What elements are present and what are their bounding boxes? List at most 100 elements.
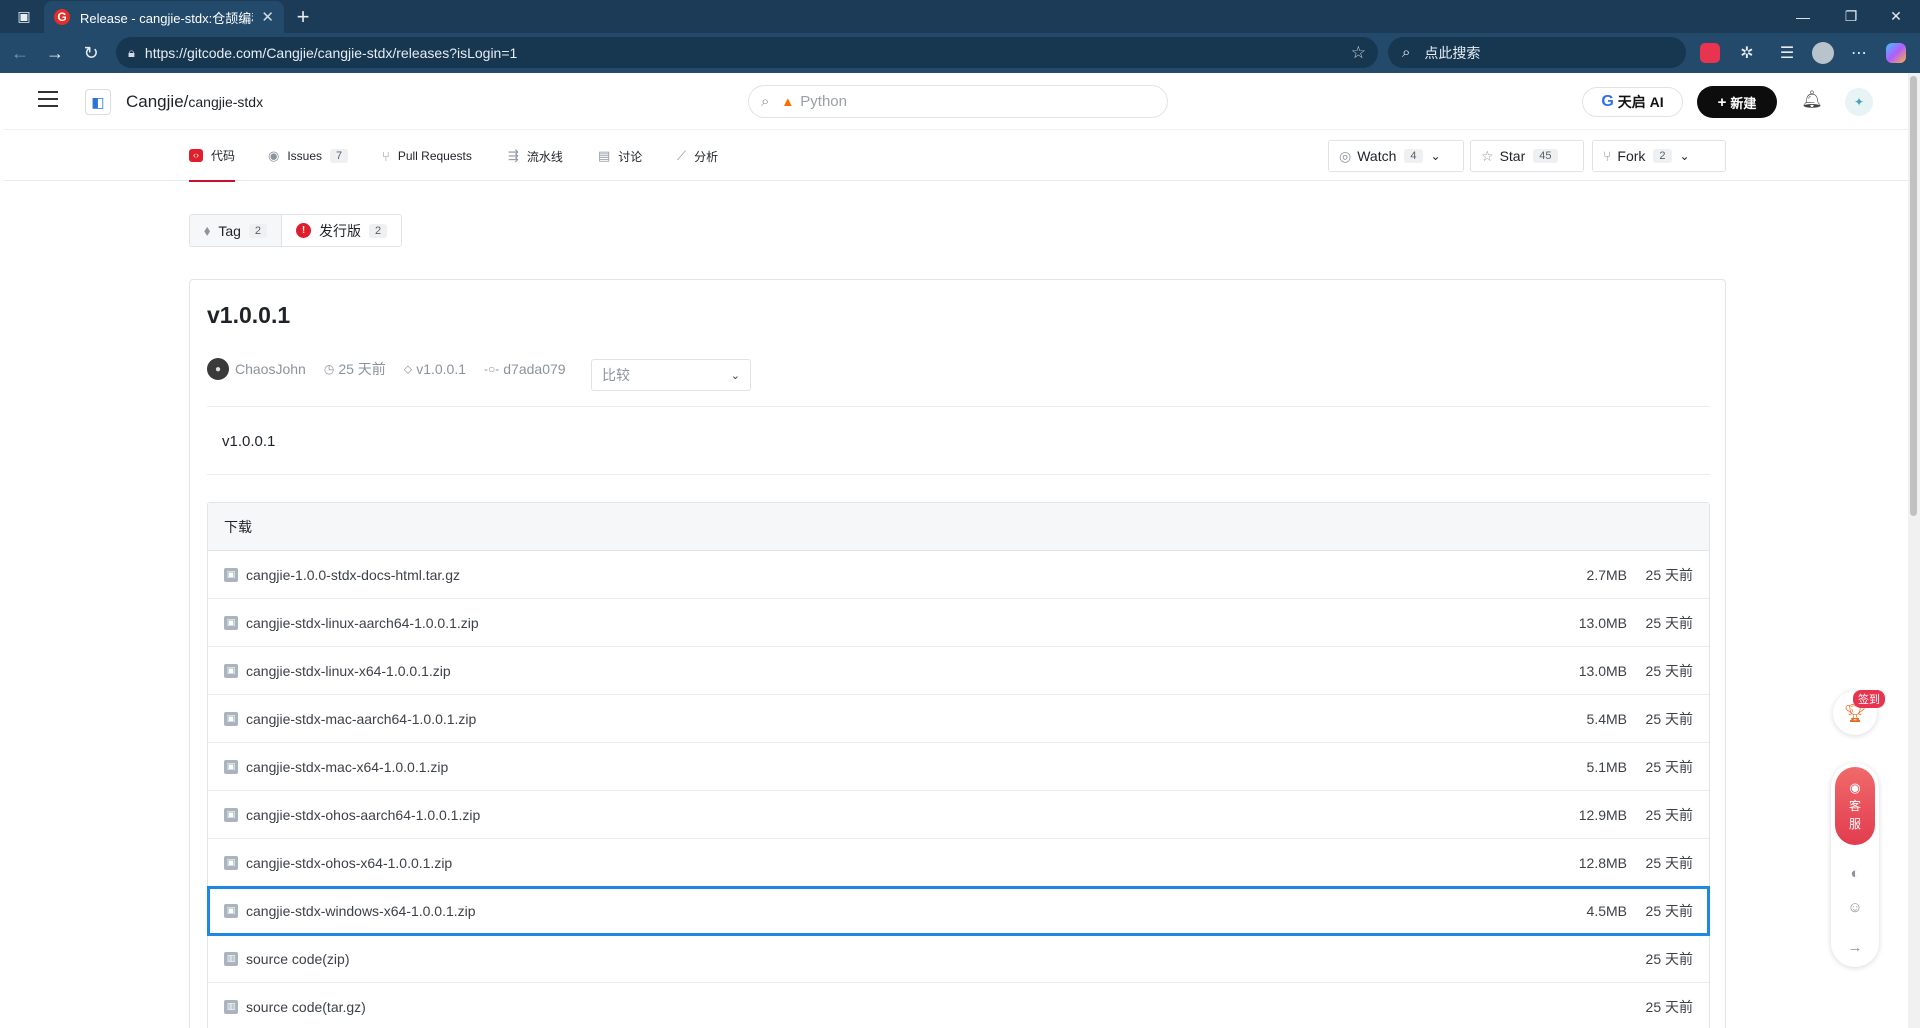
download-file-name[interactable]: cangjie-stdx-mac-aarch64-1.0.0.1.zip [246, 711, 1709, 727]
download-row[interactable]: ▣ cangjie-stdx-mac-x64-1.0.0.1.zip 5.1MB… [208, 743, 1709, 791]
watch-button[interactable]: ◎ Watch 4 ⌄ [1328, 140, 1464, 172]
download-row[interactable]: ▥ source code(zip) 25 天前 [208, 935, 1709, 983]
tab-pull-requests[interactable]: ⑂ Pull Requests [382, 130, 472, 182]
menu-icon[interactable] [38, 91, 58, 107]
download-file-name[interactable]: cangjie-stdx-mac-x64-1.0.0.1.zip [246, 759, 1709, 775]
download-file-name[interactable]: cangjie-stdx-linux-x64-1.0.0.1.zip [246, 663, 1709, 679]
search-icon: ⌕ [1402, 44, 1411, 61]
author-name[interactable]: ChaosJohn [235, 361, 306, 377]
author-avatar[interactable]: ● [207, 358, 229, 380]
close-tab-icon[interactable]: ✕ [261, 8, 274, 26]
release-time: ◷ 25 天前 [324, 359, 386, 379]
page-scrollbar-thumb[interactable] [1910, 76, 1917, 516]
release-toggle[interactable]: ! 发行版 2 [281, 215, 402, 246]
download-file-name[interactable]: cangjie-1.0.0-stdx-docs-html.tar.gz [246, 567, 1709, 583]
plus-icon: + [1717, 93, 1727, 111]
url-text: https://gitcode.com/Cangjie/cangjie-stdx… [144, 44, 518, 61]
extension-icon[interactable] [1698, 41, 1722, 65]
puzzle-icon[interactable]: ✲ [1735, 41, 1759, 65]
download-file-date: 25 天前 [1645, 566, 1693, 583]
tab-pipeline[interactable]: ⇶ 流水线 [508, 130, 563, 182]
download-file-name[interactable]: cangjie-stdx-windows-x64-1.0.0.1.zip [246, 903, 1709, 919]
more-icon[interactable]: ⋯ [1847, 41, 1871, 65]
notification-bell-icon[interactable]: 🔔︎ [1801, 89, 1823, 111]
download-row[interactable]: ▣ cangjie-stdx-ohos-aarch64-1.0.0.1.zip … [208, 791, 1709, 839]
archive-icon: ▥ [224, 951, 238, 966]
tab-discussions[interactable]: ▤ 讨论 [598, 130, 642, 182]
feedback-icon[interactable]: ◐ [1845, 863, 1865, 883]
copilot-icon[interactable] [1884, 41, 1908, 65]
forward-icon[interactable]: → [41, 39, 69, 67]
tab-analytics[interactable]: ⟋ 分析 [677, 130, 718, 182]
download-row[interactable]: ▣ cangjie-stdx-linux-x64-1.0.0.1.zip 13.… [208, 647, 1709, 695]
star-icon: ☆ [1481, 147, 1494, 164]
checkin-badge[interactable]: 签到 [1853, 690, 1885, 708]
download-row[interactable]: ▣ cangjie-stdx-mac-aarch64-1.0.0.1.zip 5… [208, 695, 1709, 743]
browser-tab[interactable]: G Release - cangjie-stdx:仓颉编程语言 ✕ [44, 1, 284, 33]
download-row[interactable]: ▣ cangjie-stdx-linux-aarch64-1.0.0.1.zip… [208, 599, 1709, 647]
download-row[interactable]: ▣ cangjie-stdx-ohos-x64-1.0.0.1.zip 12.8… [208, 839, 1709, 887]
download-file-name[interactable]: cangjie-stdx-ohos-x64-1.0.0.1.zip [246, 855, 1709, 871]
package-icon: ▣ [224, 615, 238, 630]
tag-count: 2 [248, 223, 268, 238]
download-file-name[interactable]: source code(tar.gz) [246, 999, 1709, 1015]
customer-service-button[interactable]: ◉ 客 服 [1835, 767, 1875, 845]
browser-tab-bar: ▣ G Release - cangjie-stdx:仓颉编程语言 ✕ + — … [0, 0, 1920, 33]
release-tag[interactable]: ⬦ v1.0.0.1 [404, 361, 466, 377]
star-button[interactable]: ☆ Star 45 [1470, 140, 1584, 172]
site-search-placeholder: Python [800, 93, 847, 110]
ai-button[interactable]: G 天启 AI [1582, 87, 1683, 117]
repo-name-link[interactable]: cangjie-stdx [188, 94, 263, 110]
arrow-right-icon[interactable]: → [1845, 937, 1865, 957]
tab-pull-requests-label: Pull Requests [397, 149, 472, 163]
download-file-date: 25 天前 [1645, 662, 1693, 679]
compare-select[interactable]: 比较 ⌄ [591, 359, 751, 391]
tab-code[interactable]: ‹› 代码 [189, 130, 236, 182]
package-icon: ▣ [224, 567, 238, 582]
tag-toggle[interactable]: ⬧ Tag 2 [190, 215, 282, 246]
browser-search-box[interactable]: ⌕ 点此搜索 [1388, 37, 1686, 68]
download-file-date: 25 天前 [1645, 950, 1693, 967]
release-commit[interactable]: -○- d7ada079 [484, 361, 566, 377]
star-count: 45 [1533, 149, 1558, 163]
download-file-name[interactable]: cangjie-stdx-linux-aarch64-1.0.0.1.zip [246, 615, 1709, 631]
browser-tab-title: Release - cangjie-stdx:仓颉编程语言 [80, 10, 253, 26]
downloads-header: 下载 [208, 503, 1709, 551]
chevron-down-icon: ⌄ [1679, 149, 1690, 163]
download-row[interactable]: ▥ source code(tar.gz) 25 天前 [208, 983, 1709, 1028]
commit-icon: -○- [484, 362, 500, 376]
download-row-selected[interactable]: ▣ cangjie-stdx-windows-x64-1.0.0.1.zip 4… [207, 886, 1710, 936]
fork-count: 2 [1653, 149, 1672, 163]
new-button[interactable]: + 新建 [1697, 86, 1777, 118]
url-input[interactable]: 🔒︎ https://gitcode.com/Cangjie/cangjie-s… [116, 37, 1378, 68]
fork-button[interactable]: ⑂ Fork 2 ⌄ [1592, 140, 1726, 172]
minimize-icon[interactable]: — [1779, 0, 1827, 33]
repo-owner-link[interactable]: Cangjie/ [126, 92, 188, 111]
pipeline-icon: ⇶ [508, 148, 519, 163]
tab-actions-icon[interactable]: ▣ [0, 0, 48, 33]
restore-icon[interactable]: ❐ [1827, 0, 1875, 33]
release-icon: ! [296, 223, 312, 238]
back-icon[interactable]: ← [6, 39, 34, 67]
ai-button-label: 天启 AI [1617, 94, 1664, 110]
new-tab-icon[interactable]: + [290, 4, 316, 30]
favorite-star-icon[interactable]: ☆ [1351, 43, 1366, 63]
refresh-icon[interactable]: ↻ [77, 39, 105, 67]
download-row[interactable]: ▣ cangjie-1.0.0-stdx-docs-html.tar.gz 2.… [208, 551, 1709, 599]
download-file-size: 4.5MB [1586, 902, 1627, 919]
profile-icon[interactable] [1811, 41, 1835, 65]
watch-label: Watch [1357, 148, 1397, 164]
package-icon: ▣ [224, 711, 238, 726]
download-file-name[interactable]: source code(zip) [246, 951, 1709, 967]
smiley-icon[interactable]: ☺ [1845, 897, 1865, 917]
tab-issues-label: Issues [287, 149, 323, 163]
new-button-label: 新建 [1730, 95, 1757, 111]
close-window-icon[interactable]: ✕ [1872, 0, 1920, 33]
repo-logo-icon: ◧ [85, 89, 111, 115]
download-file-name[interactable]: cangjie-stdx-ohos-aarch64-1.0.0.1.zip [246, 807, 1709, 823]
release-time-text: 25 天前 [338, 361, 386, 377]
site-search-input[interactable]: ⌕ ▲ Python [748, 85, 1168, 118]
favorites-icon[interactable]: ☰ [1775, 41, 1799, 65]
tab-issues[interactable]: ◉ Issues 7 [268, 130, 349, 182]
user-avatar[interactable]: ✦ [1845, 88, 1873, 116]
